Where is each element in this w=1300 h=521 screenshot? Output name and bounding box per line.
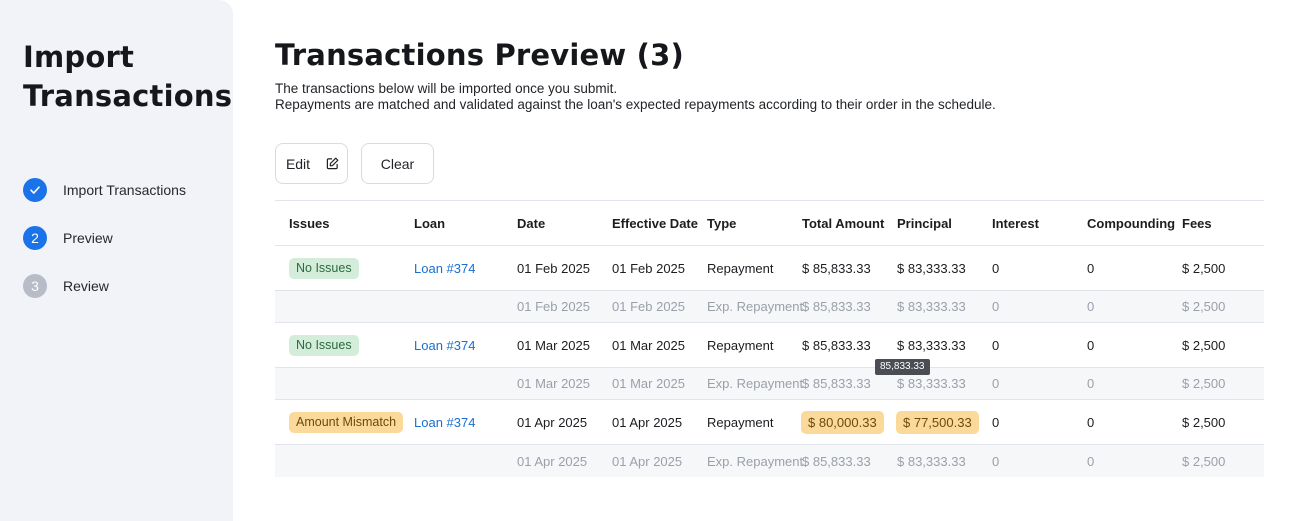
header-total-amount: Total Amount <box>802 215 885 231</box>
date-cell: 01 Feb 2025 <box>517 260 591 276</box>
value-tooltip: 85,833.33 <box>875 359 930 375</box>
step-review[interactable]: 3 Review <box>23 274 233 298</box>
compounding-cell: 0 <box>1087 260 1095 276</box>
principal-cell: $ 83,333.33 <box>897 376 966 391</box>
fees-cell: $ 2,500 <box>1182 337 1226 353</box>
sidebar-title-line2: Transactions <box>23 79 233 113</box>
clear-button[interactable]: Clear <box>361 143 434 184</box>
table-row[interactable]: No Issues Loan #374 01 Mar 2025 01 Mar 2… <box>275 323 1264 368</box>
fees-cell: $ 2,500 <box>1182 299 1226 314</box>
type-cell: Repayment <box>707 260 774 276</box>
table-header-row: Issues Loan Date Effective Date Type Tot… <box>275 201 1264 246</box>
sidebar-title: Import Transactions <box>23 38 233 116</box>
mismatch-total-amount: $ 80,000.33 <box>801 410 884 434</box>
header-effective-date: Effective Date <box>612 215 698 231</box>
edit-button[interactable]: Edit <box>275 143 348 184</box>
total-amount-cell: $ 85,833.33 <box>802 453 871 469</box>
interest-cell: 0 <box>992 414 1000 430</box>
fees-cell: $ 2,500 <box>1182 260 1226 276</box>
type-cell: Repayment <box>707 337 774 353</box>
effective-date-cell: 01 Mar 2025 <box>612 376 685 391</box>
principal-cell: $ 83,333.33 <box>897 337 966 353</box>
header-interest: Interest <box>992 215 1039 231</box>
principal-cell: $ 83,333.33 <box>897 260 966 276</box>
page-title: Transactions Preview (3) <box>275 38 684 72</box>
status-badge: No Issues <box>289 334 359 356</box>
step-label: Preview <box>63 230 113 246</box>
type-cell: Exp. Repayment <box>707 299 804 314</box>
principal-cell: $ 83,333.33 <box>897 299 966 314</box>
interest-cell: 0 <box>992 453 1000 469</box>
date-cell: 01 Mar 2025 <box>517 376 590 391</box>
header-fees: Fees <box>1182 215 1212 231</box>
date-cell: 01 Mar 2025 <box>517 337 590 353</box>
header-principal: Principal <box>897 215 952 231</box>
compounding-cell: 0 <box>1087 299 1095 314</box>
total-amount-cell: $ 85,833.33 <box>802 337 871 353</box>
total-amount-cell: $ 85,833.33 <box>802 260 871 276</box>
main-content: Transactions Preview (3) The transaction… <box>233 0 1300 521</box>
toolbar: Edit Clear <box>275 143 1264 184</box>
header-loan: Loan <box>414 215 446 231</box>
type-cell: Exp. Repayment <box>707 453 804 469</box>
fees-cell: $ 2,500 <box>1182 453 1226 469</box>
interest-cell: 0 <box>992 299 1000 314</box>
description-line: Repayments are matched and validated aga… <box>275 97 996 112</box>
fees-cell: $ 2,500 <box>1182 414 1226 430</box>
table-row[interactable]: Amount Mismatch Loan #374 01 Apr 2025 01… <box>275 400 1264 445</box>
type-cell: Repayment <box>707 414 774 430</box>
app-window: Import Transactions Import Transactions … <box>0 0 1300 521</box>
step-number: 3 <box>23 274 47 298</box>
date-cell: 01 Feb 2025 <box>517 299 591 314</box>
step-list: Import Transactions 2 Preview 3 Review <box>23 178 233 298</box>
effective-date-cell: 01 Apr 2025 <box>612 453 683 469</box>
sidebar-title-line1: Import <box>23 40 135 74</box>
compounding-cell: 0 <box>1087 376 1095 391</box>
edit-button-label: Edit <box>285 155 311 172</box>
description-line: The transactions below will be imported … <box>275 81 618 96</box>
edit-icon <box>326 157 339 170</box>
step-import-transactions[interactable]: Import Transactions <box>23 178 233 202</box>
header-compounding: Compounding <box>1087 215 1176 231</box>
type-cell: Exp. Repayment <box>707 376 804 391</box>
mismatch-principal: $ 77,500.33 <box>896 410 979 434</box>
loan-link[interactable]: Loan #374 <box>414 261 475 276</box>
step-label: Import Transactions <box>63 182 186 198</box>
effective-date-cell: 01 Mar 2025 <box>612 337 685 353</box>
step-preview[interactable]: 2 Preview <box>23 226 233 250</box>
date-cell: 01 Apr 2025 <box>517 453 588 469</box>
header-date: Date <box>517 215 546 231</box>
status-badge: Amount Mismatch <box>289 411 404 433</box>
principal-cell: $ 83,333.33 <box>897 453 966 469</box>
step-label: Review <box>63 278 109 294</box>
compounding-cell: 0 <box>1087 453 1095 469</box>
step-number: 2 <box>23 226 47 250</box>
expected-row: 01 Apr 2025 01 Apr 2025 Exp. Repayment $… <box>275 445 1264 477</box>
total-amount-cell: $ 85,833.33 <box>802 299 871 314</box>
loan-link[interactable]: Loan #374 <box>414 415 475 430</box>
check-icon <box>23 178 47 202</box>
effective-date-cell: 01 Feb 2025 <box>612 260 686 276</box>
page-description: The transactions below will be imported … <box>275 81 1264 113</box>
date-cell: 01 Apr 2025 <box>517 414 588 430</box>
interest-cell: 0 <box>992 337 1000 353</box>
compounding-cell: 0 <box>1087 414 1095 430</box>
total-amount-cell: $ 85,833.33 <box>802 376 871 391</box>
interest-cell: 0 <box>992 260 1000 276</box>
header-type: Type <box>707 215 737 231</box>
header-issues: Issues <box>289 215 330 231</box>
expected-row: 01 Feb 2025 01 Feb 2025 Exp. Repayment $… <box>275 291 1264 323</box>
compounding-cell: 0 <box>1087 337 1095 353</box>
transactions-table: Issues Loan Date Effective Date Type Tot… <box>275 200 1264 477</box>
status-badge: No Issues <box>289 257 359 279</box>
effective-date-cell: 01 Feb 2025 <box>612 299 686 314</box>
loan-link[interactable]: Loan #374 <box>414 338 475 353</box>
fees-cell: $ 2,500 <box>1182 376 1226 391</box>
sidebar: Import Transactions Import Transactions … <box>0 0 233 521</box>
expected-row: 01 Mar 2025 01 Mar 2025 Exp. Repayment $… <box>275 368 1264 400</box>
table-row[interactable]: No Issues Loan #374 01 Feb 2025 01 Feb 2… <box>275 246 1264 291</box>
effective-date-cell: 01 Apr 2025 <box>612 414 683 430</box>
interest-cell: 0 <box>992 376 1000 391</box>
